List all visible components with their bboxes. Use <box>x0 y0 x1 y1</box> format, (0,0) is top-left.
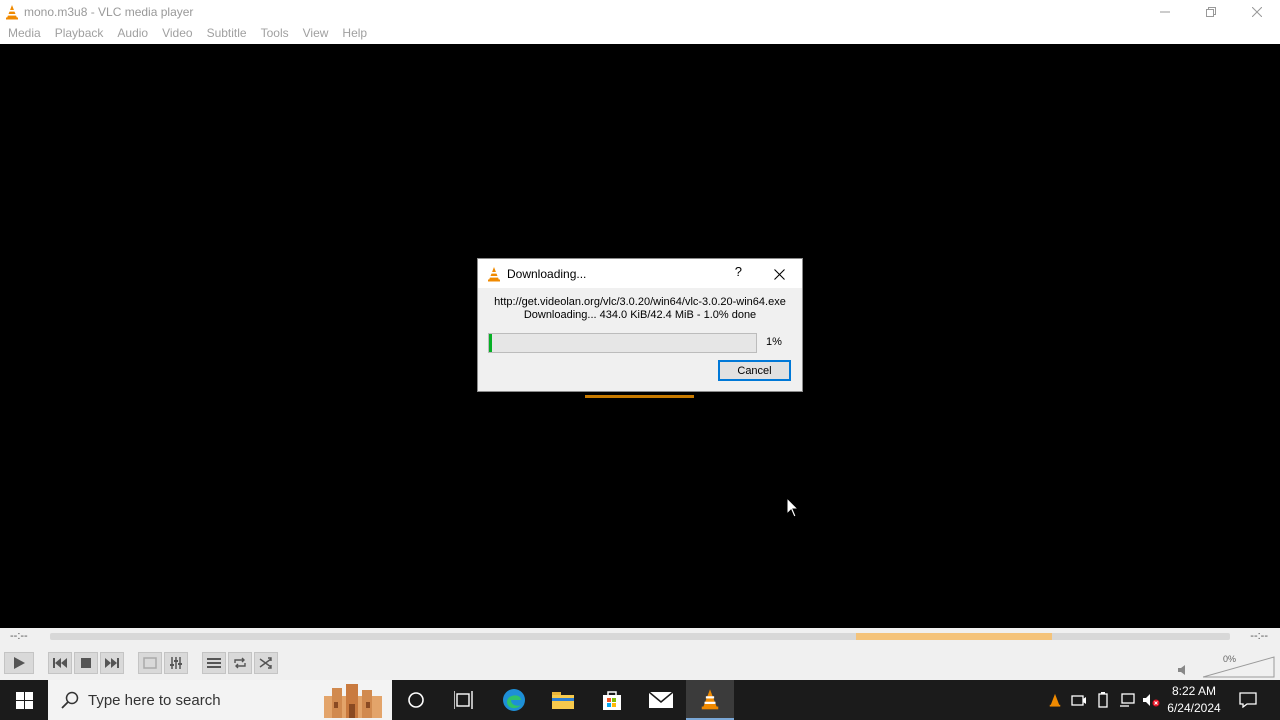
loop-button[interactable] <box>228 652 252 674</box>
window-controls <box>1142 0 1280 23</box>
vlc-cone-base <box>585 395 694 398</box>
task-view-icon <box>454 691 473 709</box>
notification-icon <box>1239 692 1257 708</box>
menu-video[interactable]: Video <box>155 23 199 44</box>
dialog-help-button[interactable]: ? <box>735 264 742 279</box>
cancel-button[interactable]: Cancel <box>718 360 791 381</box>
vlc-cone-icon <box>701 689 719 710</box>
mail-icon <box>648 691 674 708</box>
clock-date: 6/24/2024 <box>1167 701 1221 715</box>
task-view-button[interactable] <box>440 680 488 720</box>
stop-icon <box>81 658 91 668</box>
file-explorer-taskbar-button[interactable] <box>539 680 587 720</box>
previous-icon <box>53 658 67 668</box>
taskbar-clock[interactable]: 8:22 AM 6/24/2024 <box>1162 683 1226 717</box>
volume-muted-icon[interactable] <box>1177 664 1191 676</box>
cortana-button[interactable] <box>392 680 440 720</box>
windows-taskbar: Type here to search 8:22 AM 6/24/2024 <box>0 680 1280 720</box>
search-placeholder: Type here to search <box>88 691 221 709</box>
mail-taskbar-button[interactable] <box>637 680 685 720</box>
tray-volume-muted-icon[interactable] <box>1141 690 1161 710</box>
fullscreen-button[interactable] <box>138 652 162 674</box>
edge-icon <box>503 689 525 711</box>
loop-icon <box>234 657 246 669</box>
progress-fill <box>489 334 492 352</box>
download-status: Downloading... 434.0 KiB/42.4 MiB - 1.0%… <box>523 309 757 321</box>
tray-battery-icon[interactable] <box>1093 690 1113 710</box>
clock-time: 8:22 AM <box>1171 684 1217 698</box>
menu-help[interactable]: Help <box>335 23 374 44</box>
elapsed-time: --:-- <box>10 630 28 642</box>
dialog-titlebar: Downloading... ? <box>478 259 802 288</box>
restore-button[interactable] <box>1188 0 1234 23</box>
folder-icon <box>552 692 574 709</box>
menu-media[interactable]: Media <box>1 23 48 44</box>
edge-taskbar-button[interactable] <box>490 680 538 720</box>
menu-playback[interactable]: Playback <box>48 23 111 44</box>
restore-icon <box>1206 6 1216 17</box>
vlc-taskbar-button[interactable] <box>686 680 734 720</box>
stop-button[interactable] <box>74 652 98 674</box>
download-url: http://get.videolan.org/vlc/3.0.20/win64… <box>494 296 786 308</box>
menu-view[interactable]: View <box>296 23 336 44</box>
close-icon <box>1252 6 1262 17</box>
shuffle-button[interactable] <box>254 652 278 674</box>
previous-button[interactable] <box>48 652 72 674</box>
start-button[interactable] <box>0 680 48 720</box>
network-icon <box>1120 693 1135 707</box>
tray-meet-now-icon[interactable] <box>1069 690 1089 710</box>
menu-audio[interactable]: Audio <box>110 23 155 44</box>
windows-logo-icon <box>15 691 33 709</box>
mouse-cursor-icon <box>786 497 799 518</box>
vlc-cone-icon <box>1049 693 1061 707</box>
close-icon <box>773 268 785 280</box>
play-icon <box>14 657 25 669</box>
progress-percent-label: 1% <box>766 336 782 348</box>
vlc-cone-icon <box>488 266 500 281</box>
total-time: --:-- <box>1250 630 1268 642</box>
speaker-muted-icon <box>1143 694 1160 707</box>
battery-icon <box>1098 692 1108 708</box>
playlist-button[interactable] <box>202 652 226 674</box>
download-progress-bar <box>488 333 757 353</box>
camera-icon <box>1071 695 1086 706</box>
seek-slider[interactable] <box>50 633 1230 640</box>
menu-tools[interactable]: Tools <box>254 23 296 44</box>
volume-slider[interactable] <box>1203 656 1275 678</box>
menu-bar: Media Playback Audio Video Subtitle Tool… <box>0 23 1280 44</box>
seek-row: --:-- --:-- <box>0 628 1280 646</box>
store-icon <box>603 691 621 710</box>
seek-buffer-highlight <box>856 633 1052 640</box>
window-title: mono.m3u8 - VLC media player <box>24 4 194 19</box>
play-button[interactable] <box>4 652 34 674</box>
cortana-icon <box>408 692 424 708</box>
shuffle-icon <box>259 657 272 669</box>
window-titlebar: mono.m3u8 - VLC media player <box>0 0 1280 23</box>
store-taskbar-button[interactable] <box>588 680 636 720</box>
dialog-title: Downloading... <box>507 266 587 281</box>
tray-vlc-icon[interactable] <box>1045 690 1065 710</box>
search-icon <box>61 691 79 709</box>
playback-controls: 0% <box>0 646 1280 680</box>
equalizer-icon <box>170 657 182 669</box>
next-button[interactable] <box>100 652 124 674</box>
close-button[interactable] <box>1234 0 1280 23</box>
search-highlight-icon <box>324 684 382 718</box>
taskbar-search-box[interactable]: Type here to search <box>48 680 392 720</box>
dialog-close-button[interactable] <box>768 264 790 284</box>
menu-subtitle[interactable]: Subtitle <box>200 23 254 44</box>
playlist-icon <box>207 658 221 668</box>
extended-settings-button[interactable] <box>164 652 188 674</box>
next-icon <box>105 658 119 668</box>
vlc-cone-icon <box>6 4 18 19</box>
download-dialog: Downloading... ? http://get.videolan.org… <box>477 258 803 392</box>
minimize-button[interactable] <box>1142 0 1188 23</box>
minimize-icon <box>1160 11 1170 12</box>
fullscreen-icon <box>143 657 157 669</box>
action-center-button[interactable] <box>1232 680 1264 720</box>
tray-network-icon[interactable] <box>1117 690 1137 710</box>
